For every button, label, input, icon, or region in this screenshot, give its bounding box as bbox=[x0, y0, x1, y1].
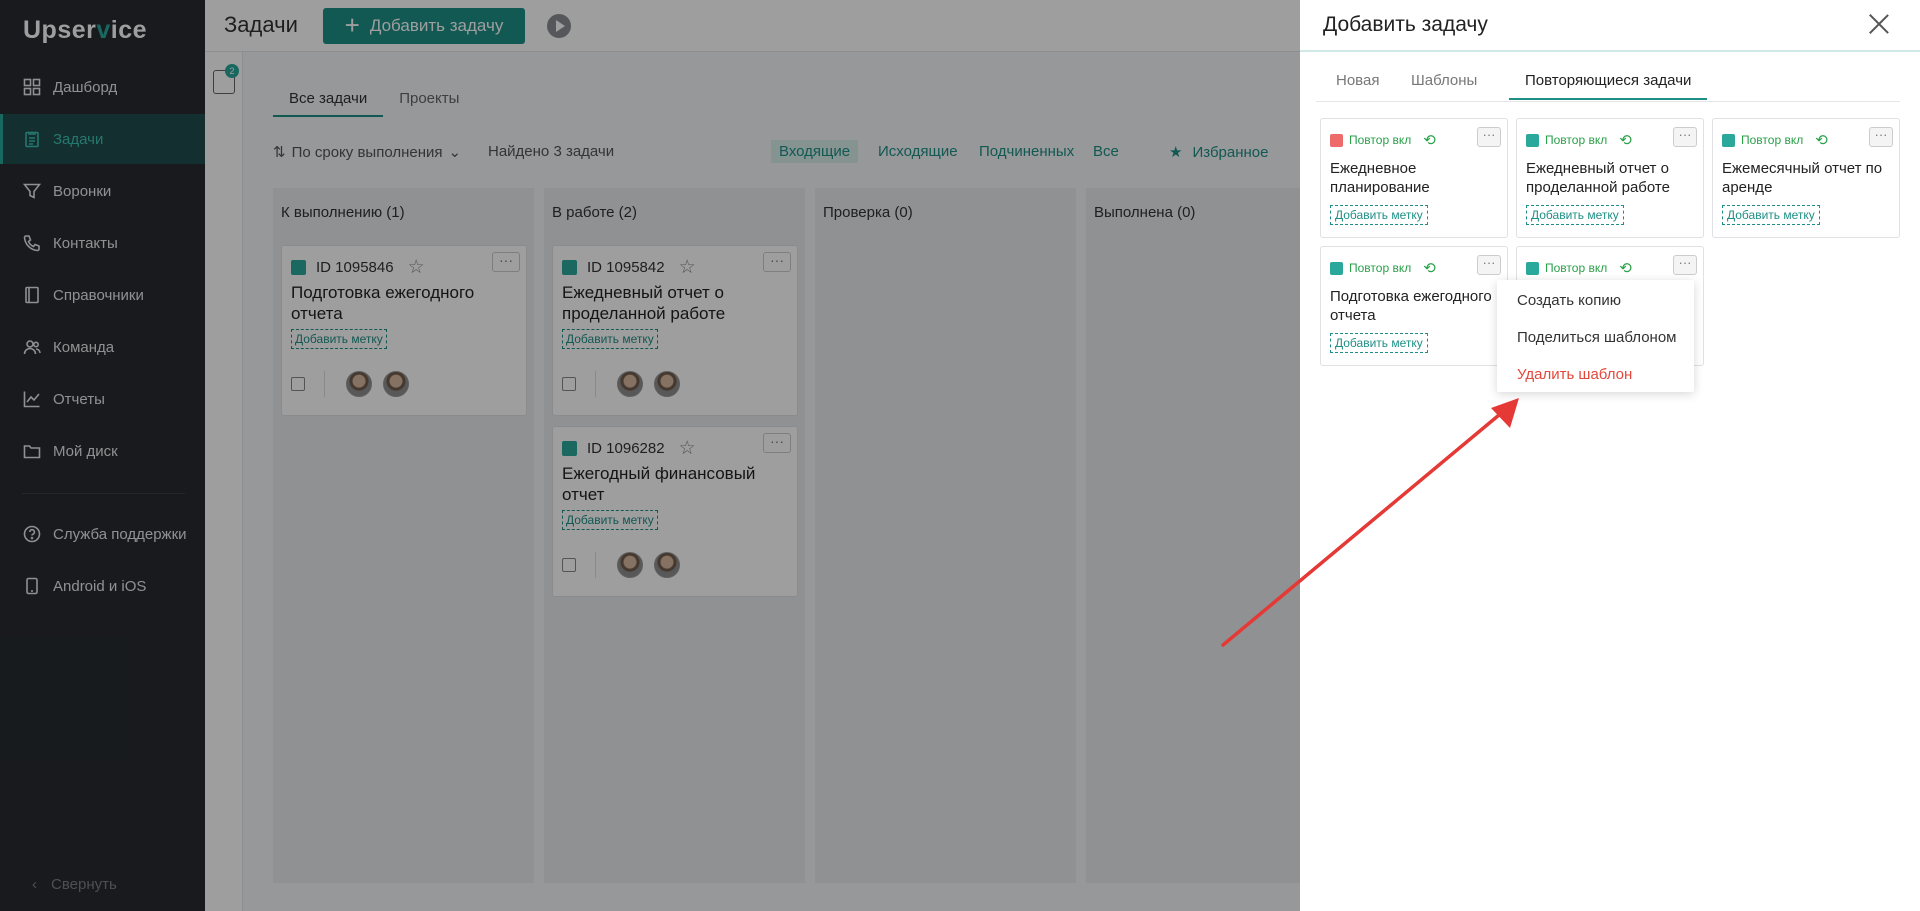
template-card[interactable]: Повтор вкл ⟲ ··· Ежедневный отчет о проде… bbox=[1516, 118, 1704, 238]
repeat-icon: ⟲ bbox=[1619, 132, 1632, 149]
template-title: Ежедневный отчет о проделанной работе bbox=[1526, 160, 1670, 196]
template-title: Ежемесячный отчет по аренде bbox=[1722, 160, 1883, 196]
more-options-button[interactable]: ··· bbox=[1869, 127, 1893, 147]
task-type-icon bbox=[1526, 133, 1539, 147]
template-title: Подготовка ежегодного отчета bbox=[1330, 288, 1492, 324]
more-options-button[interactable]: ··· bbox=[1673, 255, 1697, 275]
add-tag-button[interactable]: Добавить метку bbox=[1330, 205, 1428, 225]
task-type-icon bbox=[1330, 261, 1343, 275]
repeat-icon: ⟲ bbox=[1619, 260, 1632, 277]
panel-title: Добавить задачу bbox=[1323, 13, 1488, 36]
add-task-panel: Добавить задачу Новая Шаблоны Повторяющи… bbox=[1300, 0, 1920, 911]
tab-recurring[interactable]: Повторяющиеся задачи bbox=[1509, 72, 1708, 100]
repeat-icon: ⟲ bbox=[1815, 132, 1828, 149]
template-title: Ежедневное планирование bbox=[1330, 160, 1430, 196]
menu-item-delete[interactable]: Удалить шаблон bbox=[1517, 366, 1632, 383]
add-tag-button[interactable]: Добавить метку bbox=[1526, 205, 1624, 225]
template-card[interactable]: Повтор вкл ⟲ ··· Подготовка ежегодного от… bbox=[1320, 246, 1508, 366]
task-type-icon bbox=[1722, 133, 1735, 147]
repeat-icon: ⟲ bbox=[1423, 132, 1436, 149]
tab-new[interactable]: Новая bbox=[1336, 72, 1379, 98]
menu-item-share[interactable]: Поделиться шаблоном bbox=[1517, 329, 1677, 346]
more-options-button[interactable]: ··· bbox=[1673, 127, 1697, 147]
close-icon[interactable] bbox=[1868, 13, 1890, 35]
template-card[interactable]: Повтор вкл ⟲ ··· Ежемесячный отчет по аре… bbox=[1712, 118, 1900, 238]
add-tag-button[interactable]: Добавить метку bbox=[1330, 333, 1428, 353]
menu-item-copy[interactable]: Создать копию bbox=[1517, 292, 1621, 309]
tab-templates[interactable]: Шаблоны bbox=[1411, 72, 1477, 98]
more-options-button[interactable]: ··· bbox=[1477, 127, 1501, 147]
template-card[interactable]: Повтор вкл ⟲ ··· Ежедневное планирование … bbox=[1320, 118, 1508, 238]
repeat-icon: ⟲ bbox=[1423, 260, 1436, 277]
panel-tabs: Новая Шаблоны Повторяющиеся задачи bbox=[1316, 64, 1900, 102]
more-options-button[interactable]: ··· bbox=[1477, 255, 1501, 275]
modal-backdrop[interactable] bbox=[0, 0, 1300, 911]
add-tag-button[interactable]: Добавить метку bbox=[1722, 205, 1820, 225]
template-context-menu: Создать копию Поделиться шаблоном Удалит… bbox=[1497, 280, 1694, 392]
task-type-icon bbox=[1526, 261, 1539, 275]
panel-divider bbox=[1300, 50, 1920, 52]
task-type-icon bbox=[1330, 133, 1343, 147]
